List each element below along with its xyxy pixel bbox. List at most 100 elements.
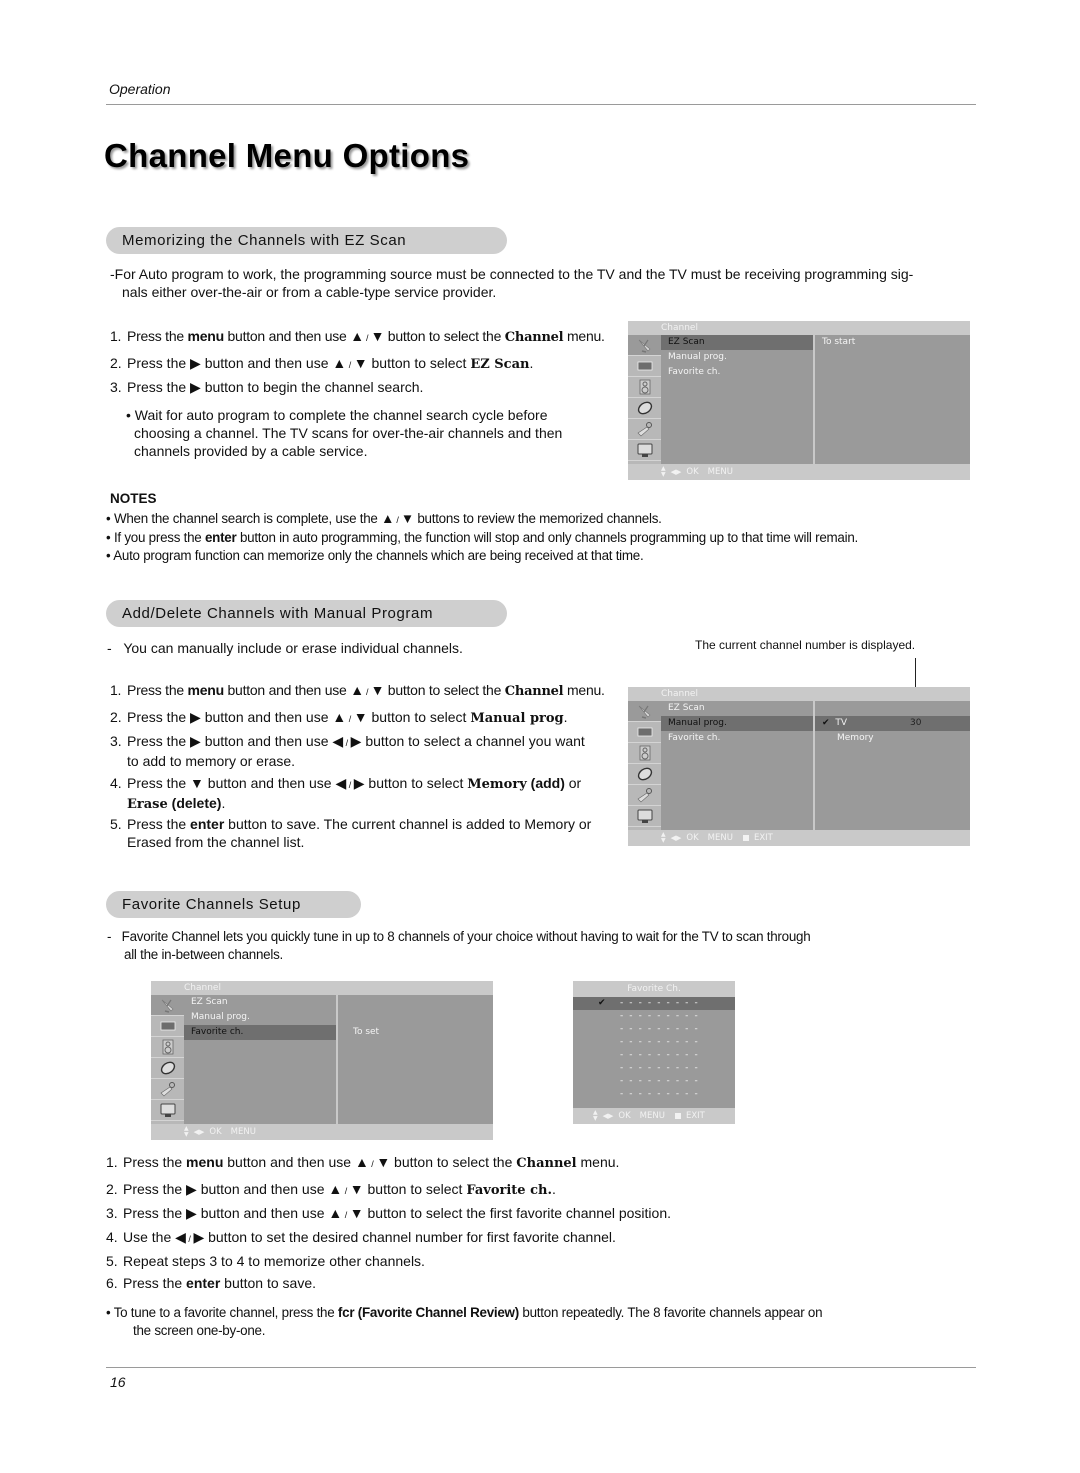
down-arrow-icon: ▼ [400,511,414,526]
up-arrow-icon: ▲ [350,682,364,698]
speaker-icon[interactable] [628,377,661,398]
up-down-icon: ▲ ▼ [184,1125,189,1138]
tv-label: TV [835,718,848,728]
stop-square-icon [742,835,749,841]
osd-sub-memory[interactable]: Memory [815,731,970,746]
osd-footer-exit: EXIT [685,1111,705,1121]
up-arrow-icon: ▲ [332,355,347,371]
osd-item-favorite-ch[interactable]: Favorite ch. [661,365,813,380]
osd-item-manual-prog[interactable]: Manual prog. [661,716,813,731]
satellite-dish-icon[interactable] [628,335,661,356]
osd-footer: ▲ ▼ ◀▶ OK MENU [184,1124,256,1140]
clock-time-icon[interactable] [628,398,661,419]
osd-item-favorite-ch[interactable]: Favorite ch. [661,731,813,746]
left-arrow-icon: ◀ [332,733,344,749]
pc-monitor-icon[interactable] [628,806,661,827]
clock-time-icon[interactable] [628,764,661,785]
favorite-step-6: 6. Press the enter button to save. [106,1275,316,1291]
osd-item-manual-prog[interactable]: Manual prog. [184,1010,336,1025]
osd-item-ez-scan[interactable]: EZ Scan [661,701,813,716]
up-down-icon: ▲ ▼ [661,831,666,844]
favorite-slot[interactable]: - - - - - - - - - [573,1062,735,1075]
ez-scan-step-1: 1. Press the menu button and then use ▲ /… [110,328,605,345]
favorite-slot[interactable]: - - - - - - - - - [573,1010,735,1023]
key-lock-icon[interactable] [151,1079,184,1100]
clock-time-icon[interactable] [151,1058,184,1079]
footer-divider [106,1367,976,1368]
speaker-icon[interactable] [628,743,661,764]
header-divider [106,104,976,105]
ez-scan-bullet: • Wait for auto program to complete the … [126,407,563,459]
osd-menu-list: EZ Scan Manual prog. Favorite ch. [184,995,336,1124]
right-arrow-icon: ▶ [190,709,201,725]
favorite-slot[interactable]: - - - - - - - - - [573,1049,735,1062]
callout-label: The current channel number is displayed. [695,638,916,652]
up-arrow-icon: ▲ [354,1154,369,1170]
up-down-icon: ▲ ▼ [593,1109,598,1122]
osd-footer-ok: OK [618,1111,631,1121]
pc-monitor-icon[interactable] [628,440,661,461]
favorite-step-2: 2. Press the ▶ button and then use ▲ / ▼ … [106,1181,556,1198]
satellite-dish-icon[interactable] [151,995,184,1016]
left-right-icon: ◀▶ [670,834,682,842]
picture-icon[interactable] [628,356,661,377]
left-right-icon: ◀▶ [193,1128,205,1136]
note-item: • Auto program function can memorize onl… [106,548,644,563]
left-right-icon: ◀▶ [670,468,682,476]
manual-prog-intro: - You can manually include or erase indi… [107,640,463,656]
check-icon: ✔ [598,998,606,1008]
osd-sub-to-set[interactable]: To set [338,1025,493,1040]
osd-favorite-channel-list: Favorite Ch. ✔ - - - - - - - - - - - - - … [573,981,735,1124]
satellite-dish-icon[interactable] [628,701,661,722]
note-item: • When the channel search is complete, u… [106,511,662,526]
favorite-intro: - Favorite Channel lets you quickly tune… [107,929,811,962]
osd-title: Favorite Ch. [573,981,735,997]
osd-sub-to-start[interactable]: To start [815,335,970,350]
favorite-bullet: • To tune to a favorite channel, press t… [106,1305,823,1338]
favorite-slot[interactable]: - - - - - - - - - [573,1036,735,1049]
picture-icon[interactable] [151,1016,184,1037]
osd-submenu: To start [815,335,970,464]
osd-item-ez-scan[interactable]: EZ Scan [184,995,336,1010]
pc-monitor-icon[interactable] [151,1100,184,1121]
osd-footer: ▲ ▼ ◀▶ OK MENU [661,464,733,480]
up-down-icon: ▲ ▼ [661,465,666,478]
picture-icon[interactable] [628,722,661,743]
right-arrow-icon: ▶ [353,775,365,791]
key-lock-icon[interactable] [628,785,661,806]
osd-item-manual-prog[interactable]: Manual prog. [661,350,813,365]
ez-scan-step-2: 2. Press the ▶ button and then use ▲ / ▼ … [110,355,534,372]
osd-icon-strip [628,335,661,464]
osd-menu-list: EZ Scan Manual prog. Favorite ch. [661,335,813,464]
osd-footer-ok: OK [686,833,699,843]
favorite-step-3: 3. Press the ▶ button and then use ▲ / ▼ … [106,1205,672,1221]
osd-footer: ▲ ▼ ◀▶ OK MENU EXIT [661,830,773,846]
menu-button-ref: menu [187,328,225,344]
manual-step-4: 4. Press the ▼ button and then use ◀ / ▶ … [110,775,582,812]
manual-step-3: 3. Press the ▶ button and then use ◀ / ▶ … [110,733,585,769]
page-number: 16 [110,1374,126,1390]
up-arrow-icon: ▲ [328,1181,343,1197]
down-arrow-icon: ▼ [353,709,368,725]
section-heading-manual-program: Add/Delete Channels with Manual Program [106,600,507,627]
ez-scan-step-3: 3. Press the ▶ button to begin the channe… [110,379,424,395]
osd-item-favorite-ch[interactable]: Favorite ch. [184,1025,336,1040]
osd-item-ez-scan[interactable]: EZ Scan [661,335,813,350]
notes-list: • When the channel search is complete, u… [106,510,976,565]
page-title: Channel Menu Options [104,137,470,174]
key-lock-icon[interactable] [628,419,661,440]
right-arrow-icon: ▶ [190,733,201,749]
osd-menu-list: EZ Scan Manual prog. Favorite ch. [661,701,813,830]
notes-heading: NOTES [110,491,157,506]
favorite-slot[interactable]: - - - - - - - - - [573,1075,735,1088]
down-arrow-icon: ▼ [370,328,385,344]
down-arrow-icon: ▼ [353,355,368,371]
osd-sub-tv-channel[interactable]: ✔ TV 30 [815,716,970,731]
intro-line-2: nals either over-the-air or from a cable… [122,284,497,300]
favorite-slot[interactable]: - - - - - - - - - [573,1088,735,1101]
favorite-slot[interactable]: ✔ - - - - - - - - - [573,997,735,1010]
speaker-icon[interactable] [151,1037,184,1058]
right-arrow-icon: ▶ [190,355,201,371]
osd-footer-menu: MENU [230,1127,256,1137]
favorite-slot[interactable]: - - - - - - - - - [573,1023,735,1036]
